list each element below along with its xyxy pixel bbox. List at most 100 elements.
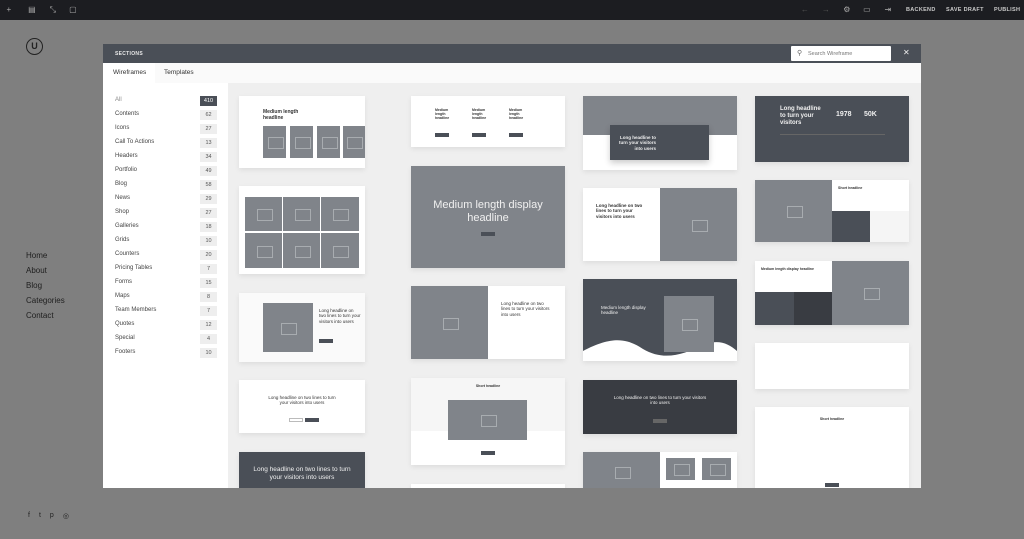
nav-about[interactable]: About xyxy=(26,263,65,278)
card-headline: Medium length headline xyxy=(263,109,299,121)
pinterest-icon[interactable]: p xyxy=(50,512,54,520)
image-placeholder xyxy=(702,458,731,480)
stat-value: 50K xyxy=(864,111,877,118)
category-all[interactable]: All 410 xyxy=(115,96,217,107)
search-input[interactable]: ⚲ Search Wireframe xyxy=(791,46,891,61)
category-contents[interactable]: Contents 62 xyxy=(115,110,217,121)
wireframe-card[interactable]: Medium length display headline xyxy=(755,261,909,325)
category-icons[interactable]: Icons 27 xyxy=(115,124,217,135)
redo-icon[interactable]: → xyxy=(821,5,831,15)
card-headline: Short headline xyxy=(475,384,501,388)
backend-button[interactable]: BACKEND xyxy=(906,7,936,13)
monitor-icon[interactable]: ▭ xyxy=(862,5,872,15)
resize-icon[interactable]: ⤡ xyxy=(48,5,58,15)
social-links: f t p ◎ xyxy=(28,512,69,520)
category-blog[interactable]: Blog 58 xyxy=(115,180,217,191)
nav-home[interactable]: Home xyxy=(26,248,65,263)
card-headline: Long headline on two lines to turn your … xyxy=(501,301,550,317)
category-headers[interactable]: Headers 34 xyxy=(115,152,217,163)
wireframe-card[interactable]: Long headline to turn your visitors 1978… xyxy=(755,96,909,162)
category-label: Icons xyxy=(115,125,130,131)
card-headline: Long headline on two lines to turn your … xyxy=(319,308,361,324)
facebook-icon[interactable]: f xyxy=(28,512,30,520)
card-headline: Medium length headline xyxy=(509,108,524,121)
category-count: 27 xyxy=(200,208,217,218)
category-quotes[interactable]: Quotes 12 xyxy=(115,320,217,331)
card-headline: Long headline on two lines to turn your … xyxy=(613,395,707,406)
image-placeholder xyxy=(290,126,313,158)
card-button xyxy=(509,133,523,137)
category-pricing-tables[interactable]: Pricing Tables 7 xyxy=(115,264,217,275)
image-placeholder xyxy=(263,303,313,352)
plus-icon[interactable]: + xyxy=(4,5,14,15)
category-galleries[interactable]: Galleries 18 xyxy=(115,222,217,233)
tab-templates[interactable]: Templates xyxy=(154,63,204,83)
category-label: Counters xyxy=(115,251,140,257)
category-forms[interactable]: Forms 15 xyxy=(115,278,217,289)
nav-blog[interactable]: Blog xyxy=(26,278,65,293)
wireframe-card[interactable]: Short headline xyxy=(755,407,909,488)
card-button xyxy=(825,483,839,487)
wireframe-card[interactable]: Long headline to turn your visitors into… xyxy=(583,96,737,170)
card-headline: Medium length headline xyxy=(435,108,450,121)
wireframe-card[interactable]: Long headline on two lines to turn your … xyxy=(239,452,365,488)
wireframe-card[interactable]: Short headline xyxy=(411,378,565,465)
card-button xyxy=(319,339,333,343)
image-placeholder xyxy=(664,296,714,352)
category-grids[interactable]: Grids 10 xyxy=(115,236,217,247)
publish-button[interactable]: PUBLISH xyxy=(994,7,1020,13)
category-maps[interactable]: Maps 8 xyxy=(115,292,217,303)
category-label: Portfolio xyxy=(115,167,138,173)
category-count: 15 xyxy=(200,278,217,288)
category-shop[interactable]: Shop 27 xyxy=(115,208,217,219)
tab-bar: Wireframes Templates xyxy=(103,63,921,83)
category-count: 18 xyxy=(200,222,217,232)
category-count: 410 xyxy=(200,96,217,106)
wireframe-card[interactable]: Medium length display headline xyxy=(411,166,565,268)
sections-modal: SECTIONS ⚲ Search Wireframe ✕ Wireframes … xyxy=(103,44,921,488)
card-headline: Long headline to turn your visitors xyxy=(780,106,821,127)
tab-wireframes[interactable]: Wireframes xyxy=(103,63,155,83)
image-placeholder xyxy=(283,233,320,268)
wireframe-card[interactable]: Long headline on two lines to turn your … xyxy=(583,188,737,261)
exit-icon[interactable]: ⇥ xyxy=(883,5,893,15)
card-button xyxy=(435,133,449,137)
category-counters[interactable]: Counters 20 xyxy=(115,250,217,261)
category-label: Blog xyxy=(115,181,128,187)
wireframe-card[interactable] xyxy=(583,452,737,488)
twitter-icon[interactable]: t xyxy=(39,512,41,520)
image-placeholder xyxy=(660,188,737,261)
nav-categories[interactable]: Categories xyxy=(26,293,65,308)
category-portfolio[interactable]: Portfolio 49 xyxy=(115,166,217,177)
wireframe-card[interactable]: Medium length headline xyxy=(239,96,365,168)
wireframe-card[interactable]: Medium length display headline xyxy=(583,279,737,361)
layout-icon[interactable]: ▤ xyxy=(27,5,37,15)
wireframe-card[interactable]: Long headline on two lines to turn your … xyxy=(411,286,565,359)
wireframe-card[interactable] xyxy=(239,186,365,274)
gear-icon[interactable]: ⚙ xyxy=(842,5,852,15)
page-icon[interactable]: ▢ xyxy=(68,5,78,15)
category-news[interactable]: News 29 xyxy=(115,194,217,205)
category-call-to-actions[interactable]: Call To Actions 13 xyxy=(115,138,217,149)
category-footers[interactable]: Footers 10 xyxy=(115,348,217,359)
site-logo[interactable]: U xyxy=(26,38,43,55)
card-headline: Medium length headline xyxy=(472,108,487,121)
nav-contact[interactable]: Contact xyxy=(26,308,65,323)
image-placeholder xyxy=(245,197,282,231)
wireframe-card[interactable]: Medium length headline Medium length hea… xyxy=(411,96,565,147)
undo-icon[interactable]: ← xyxy=(800,5,810,15)
wireframe-card[interactable]: Short headline xyxy=(755,180,909,242)
category-special[interactable]: Special 4 xyxy=(115,334,217,345)
wireframe-card[interactable]: Long headline on two lines to turn your … xyxy=(583,380,737,434)
save-draft-button[interactable]: SAVE DRAFT xyxy=(946,7,984,13)
category-label: Headers xyxy=(115,153,138,159)
image-placeholder xyxy=(666,458,695,480)
card-button xyxy=(481,451,495,455)
instagram-icon[interactable]: ◎ xyxy=(63,512,69,520)
close-icon[interactable]: ✕ xyxy=(903,48,910,57)
wireframe-card[interactable]: Long headline on two lines to turn your … xyxy=(239,293,365,362)
category-team-members[interactable]: Team Members 7 xyxy=(115,306,217,317)
wireframe-card[interactable]: Long headline on two lines to turn your … xyxy=(239,380,365,433)
wireframe-card[interactable] xyxy=(411,484,565,488)
wireframe-card[interactable] xyxy=(755,343,909,389)
